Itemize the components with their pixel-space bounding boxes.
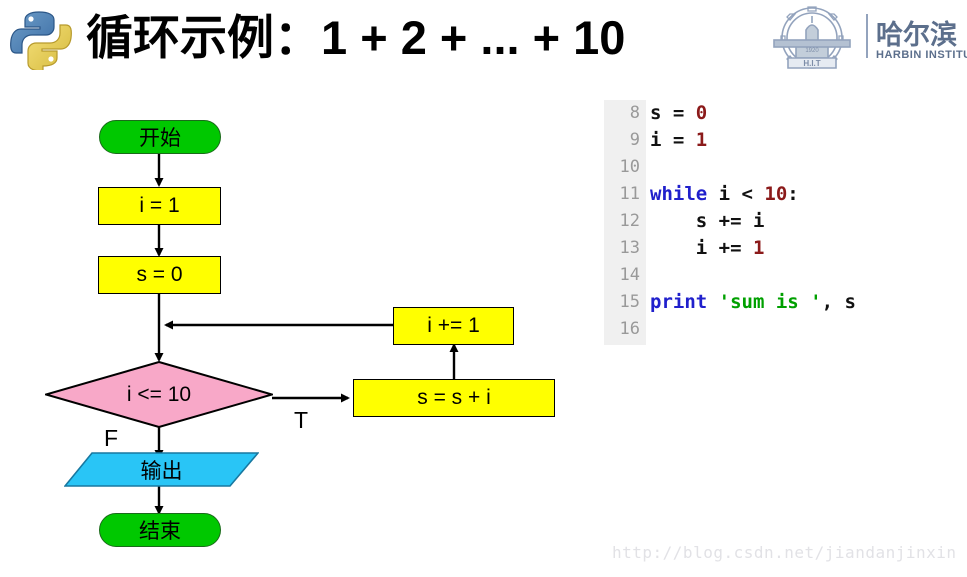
hit-logo-icon: H.I.T 1920 哈尔滨 HARBIN INSTITU — [773, 6, 967, 69]
code-token: i < — [707, 183, 765, 205]
flow-node-output-label: 输出 — [140, 459, 183, 483]
flow-node-init-s[interactable]: s = 0 — [98, 256, 221, 294]
flow-node-start[interactable]: 开始 — [99, 120, 221, 154]
code-token: s = — [650, 102, 696, 124]
code-line-number: 13 — [619, 238, 640, 258]
flow-node-init-i-label: i = 1 — [139, 194, 180, 217]
flow-node-init-s-label: s = 0 — [136, 263, 183, 286]
code-line-number: 16 — [619, 319, 640, 339]
flow-node-sum[interactable]: s = s + i — [353, 379, 555, 417]
flow-node-init-i[interactable]: i = 1 — [98, 187, 221, 225]
flow-node-sum-label: s = s + i — [417, 386, 491, 409]
code-line-number: 10 — [619, 157, 640, 177]
code-token: s += i — [650, 210, 765, 232]
slide-header: 循环示例：1 + 2 + ... + 10 H.I.T 1920 哈尔滨 HAR… — [0, 0, 967, 82]
code-line-number: 9 — [629, 130, 640, 150]
branch-label-false: F — [104, 425, 119, 451]
code-token: , s — [821, 291, 856, 313]
code-line-number: 11 — [619, 184, 640, 204]
code-line-text: print 'sum is ', s — [650, 289, 856, 316]
code-line-text: i = 1 — [650, 127, 707, 154]
code-token: i += — [650, 237, 753, 259]
flow-node-incr[interactable]: i += 1 — [393, 307, 514, 345]
code-token: : — [787, 183, 799, 205]
flow-node-end-label: 结束 — [139, 520, 181, 543]
code-token: 1 — [752, 237, 765, 259]
python-logo-icon — [10, 11, 72, 70]
flow-node-start-label: 开始 — [139, 127, 181, 150]
hit-crest-abbr: H.I.T — [803, 59, 820, 68]
code-line-text: s = 0 — [650, 100, 707, 127]
code-line-text: s += i — [650, 208, 765, 235]
branch-label-true: T — [294, 407, 309, 433]
code-line-text: while i < 10: — [650, 181, 799, 208]
code-line-text: i += 1 — [650, 235, 765, 262]
page-title: 循环示例：1 + 2 + ... + 10 — [86, 11, 626, 64]
code-line-number: 8 — [629, 103, 640, 123]
code-token: print — [650, 291, 708, 313]
code-line-number: 15 — [619, 292, 640, 312]
flow-node-end[interactable]: 结束 — [99, 513, 221, 547]
code-token: 10 — [764, 183, 788, 205]
code-line-number: 14 — [619, 265, 640, 285]
code-panel: 8s = 09i = 1 10 11 while i < 10: 12 s += i 13… — [604, 100, 967, 345]
flowchart: 开始 i = 1 s = 0 i <= 10 s = s + i i += 1 … — [0, 95, 600, 565]
code-line-number: 12 — [619, 211, 640, 231]
hit-crest-year: 1920 — [805, 48, 819, 54]
hit-name-cn: 哈尔滨 — [876, 19, 957, 50]
code-token: 1 — [695, 129, 708, 151]
code-token: 'sum is ' — [718, 291, 822, 313]
flow-node-decision-label: i <= 10 — [126, 382, 192, 406]
flow-node-incr-label: i += 1 — [427, 314, 480, 337]
watermark-url: http://blog.csdn.net/jiandanjinxin — [612, 543, 957, 562]
code-token: 0 — [695, 102, 708, 124]
hit-name-en: HARBIN INSTITU — [876, 49, 967, 61]
code-token: while — [650, 183, 708, 205]
slide-canvas: 循环示例：1 + 2 + ... + 10 H.I.T 1920 哈尔滨 HAR… — [0, 0, 967, 577]
code-token: i = — [650, 129, 696, 151]
